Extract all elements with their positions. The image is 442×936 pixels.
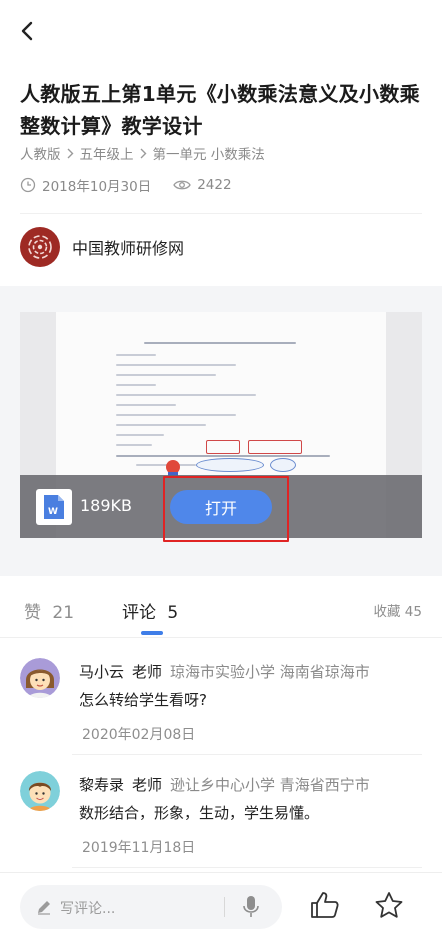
publish-date: 2018年10月30日	[42, 179, 152, 195]
comment-input[interactable]: 写评论...	[20, 885, 282, 929]
clock-icon	[20, 177, 36, 193]
view-count: 2422	[173, 177, 232, 193]
article-title: 人教版五上第1单元《小数乘法意义及小数乘整数计算》教学设计	[20, 82, 420, 138]
bottom-action-bar: 写评论...	[0, 872, 442, 936]
divider	[20, 213, 422, 214]
avatar[interactable]	[20, 771, 60, 811]
breadcrumb-item[interactable]: 五年级上	[80, 143, 134, 163]
tab-comments-label: 评论	[122, 603, 156, 623]
source-name: 中国教师研修网	[72, 239, 185, 258]
tab-likes-label: 赞	[24, 603, 41, 623]
eye-icon	[173, 180, 191, 190]
tab-comments-count: 5	[167, 603, 179, 623]
source-logo	[20, 227, 60, 267]
comment-date: 2019年11月18日	[82, 840, 196, 856]
comment-text: 怎么转给学生看呀?	[79, 691, 207, 709]
comment-date: 2020年02月08日	[82, 727, 196, 743]
section-gap	[0, 312, 20, 538]
commenter-role: 老师	[132, 663, 163, 681]
comment-input-placeholder: 写评论...	[60, 901, 116, 917]
top-bar	[0, 0, 442, 62]
highlight-frame	[163, 476, 289, 542]
commenter-name[interactable]: 马小云	[79, 661, 124, 682]
view-count-value: 2422	[197, 177, 232, 193]
avatar[interactable]	[20, 658, 60, 698]
svg-text:W: W	[48, 507, 58, 517]
comment-header: 马小云 老师 琼海市实验小学 海南省琼海市	[79, 661, 370, 682]
thumbs-up-icon[interactable]	[310, 891, 340, 919]
section-gap	[0, 286, 442, 312]
tab-likes[interactable]: 赞 21	[24, 598, 74, 623]
divider	[72, 754, 422, 755]
chevron-right-icon	[67, 148, 74, 159]
active-tab-indicator	[141, 631, 163, 635]
commenter-school: 琼海市实验小学 海南省琼海市	[170, 663, 370, 681]
favorite-count[interactable]: 收藏 45	[374, 600, 422, 620]
tab-bar: 赞 21 评论 5 收藏 45	[0, 578, 442, 638]
chevron-right-icon	[140, 148, 147, 159]
word-doc-icon: W	[36, 489, 72, 525]
breadcrumb-item[interactable]: 第一单元 小数乘法	[153, 143, 265, 163]
microphone-icon[interactable]	[242, 895, 260, 919]
tab-comments[interactable]: 评论 5	[122, 598, 178, 623]
star-icon[interactable]	[374, 891, 404, 919]
article-meta: 2018年10月30日 2422	[20, 175, 232, 195]
file-size: 189KB	[80, 496, 133, 515]
commenter-school: 逊让乡中心小学 青海省西宁市	[170, 776, 370, 794]
divider	[224, 897, 225, 917]
commenter-role: 老师	[132, 776, 163, 794]
divider	[72, 867, 422, 868]
breadcrumb: 人教版 五年级上 第一单元 小数乘法	[20, 143, 265, 163]
section-gap	[422, 312, 442, 538]
back-button[interactable]	[14, 18, 40, 44]
comment-header: 黎寿录 老师 逊让乡中心小学 青海省西宁市	[79, 774, 370, 795]
section-gap	[0, 538, 442, 576]
chevron-left-icon	[21, 21, 33, 41]
comment-text: 数形结合，形象，生动，学生易懂。	[79, 804, 320, 822]
breadcrumb-item[interactable]: 人教版	[20, 143, 61, 163]
pencil-icon	[38, 901, 50, 915]
tab-likes-count: 21	[52, 603, 75, 623]
source-row[interactable]: 中国教师研修网	[20, 227, 184, 267]
commenter-name[interactable]: 黎寿录	[79, 774, 124, 795]
